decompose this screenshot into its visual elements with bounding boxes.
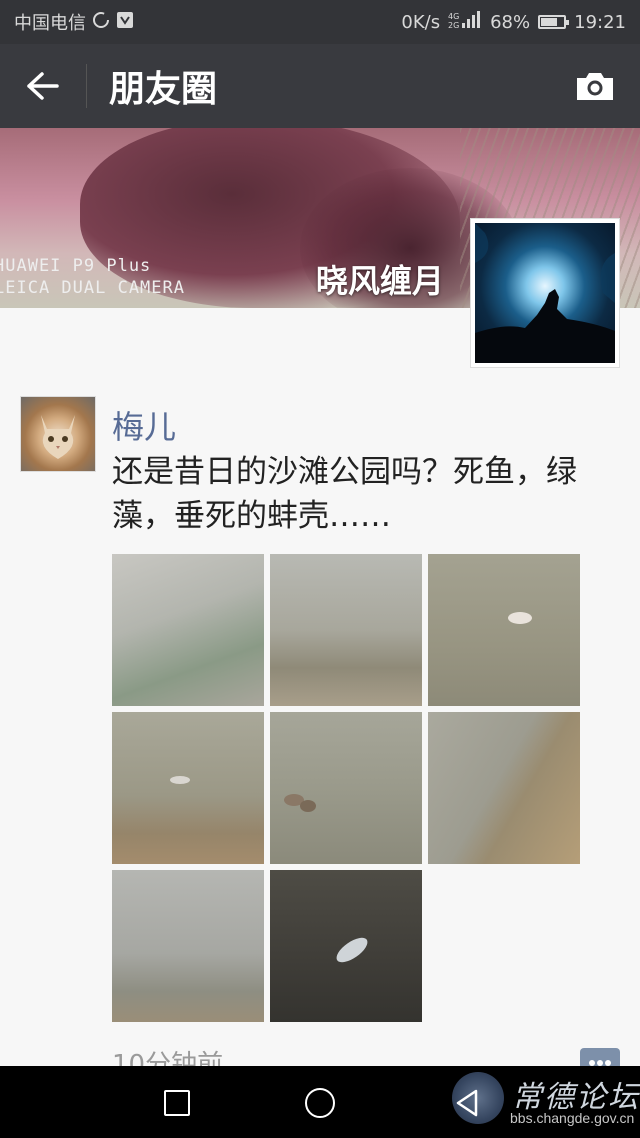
post-author-name[interactable]: 梅儿 bbox=[112, 402, 176, 448]
recent-apps-button[interactable] bbox=[164, 1090, 190, 1116]
home-button[interactable] bbox=[305, 1088, 335, 1118]
nav-divider bbox=[86, 64, 87, 108]
fish-icon bbox=[508, 612, 532, 624]
signal-icon: 4G 2G bbox=[448, 10, 482, 35]
profile-avatar[interactable] bbox=[470, 218, 620, 368]
huawei-app-icon bbox=[116, 11, 134, 34]
post-author-avatar[interactable] bbox=[20, 396, 96, 472]
sync-icon bbox=[92, 11, 110, 34]
back-arrow-icon bbox=[27, 72, 59, 100]
post-text: 还是昔日的沙滩公园吗？死鱼，绿藻，垂死的蚌壳…… bbox=[112, 454, 577, 534]
carrier-label: 中国电信 bbox=[14, 13, 86, 34]
svg-text:2G: 2G bbox=[448, 21, 459, 30]
profile-username: 晓风缠月 bbox=[315, 262, 444, 300]
forum-watermark-url: bbs.changde.gov.cn bbox=[510, 1110, 635, 1126]
camera-watermark-model: HUAWEI P9 Plus bbox=[0, 256, 152, 276]
post-photo[interactable] bbox=[428, 712, 580, 864]
system-back-button[interactable] bbox=[450, 1086, 484, 1120]
system-nav-bar: 常德论坛 bbs.changde.gov.cn bbox=[0, 1066, 640, 1138]
camera-watermark-lens: LEICA DUAL CAMERA bbox=[0, 278, 185, 298]
camera-button[interactable] bbox=[550, 44, 640, 128]
post-photo[interactable] bbox=[112, 712, 264, 864]
wolf-moon-image bbox=[475, 223, 615, 363]
dead-fish-icon bbox=[336, 937, 368, 963]
pebbles-icon bbox=[284, 794, 316, 812]
clock: 19:21 bbox=[574, 11, 626, 33]
svg-text:4G: 4G bbox=[448, 12, 459, 21]
post-photo[interactable] bbox=[112, 870, 264, 1022]
page-title: 朋友圈 bbox=[109, 69, 218, 110]
net-speed-label: 0K/s bbox=[401, 11, 441, 33]
status-bar: 中国电信 0K/s 4G 2G 68% 19:21 bbox=[0, 0, 640, 44]
post-photo[interactable] bbox=[270, 554, 422, 706]
post-photo[interactable] bbox=[112, 554, 264, 706]
post-photo[interactable] bbox=[270, 712, 422, 864]
camera-icon bbox=[577, 73, 613, 100]
post-photo[interactable] bbox=[428, 554, 580, 706]
post-photo[interactable] bbox=[270, 870, 422, 1022]
nav-bar: 朋友圈 bbox=[0, 44, 640, 128]
back-button[interactable] bbox=[0, 44, 86, 128]
fish-icon bbox=[170, 776, 190, 784]
battery-icon bbox=[538, 15, 570, 29]
battery-percent: 68% bbox=[490, 11, 531, 33]
